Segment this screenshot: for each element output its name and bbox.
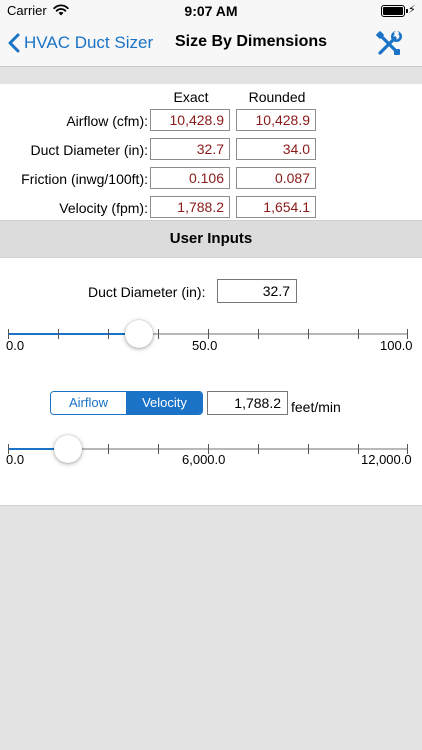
duct-diameter-rounded-value: 34.0 (236, 138, 316, 160)
velocity-rounded-value: 1,654.1 (236, 196, 316, 218)
friction-exact-value: 0.106 (150, 167, 230, 189)
slider-tick (158, 444, 159, 454)
status-time: 9:07 AM (184, 3, 238, 19)
back-button-label: HVAC Duct Sizer (24, 33, 154, 52)
velocity-scale-mid: 6,000.0 (182, 452, 226, 467)
segment-airflow[interactable]: Airflow (51, 392, 127, 414)
slider-tick (258, 444, 259, 454)
slider-tick (108, 329, 109, 339)
charging-bolt-icon: ⚡ (408, 4, 416, 16)
slider-thumb[interactable] (54, 435, 82, 463)
column-header-rounded: Rounded (248, 89, 306, 105)
back-button[interactable]: HVAC Duct Sizer (8, 31, 153, 55)
row-label-duct-diameter: Duct Diameter (in): (30, 142, 148, 158)
velocity-scale-min: 0.0 (6, 452, 25, 467)
row-label-airflow: Airflow (cfm): (66, 113, 148, 129)
duct-diameter-exact-value: 32.7 (150, 138, 230, 160)
friction-rounded-value: 0.087 (236, 167, 316, 189)
slider-track-fill (8, 333, 139, 335)
slider-thumb[interactable] (125, 320, 153, 348)
navigation-bar: HVAC Duct Sizer Size By Dimensions (0, 22, 422, 67)
column-header-exact: Exact (173, 89, 209, 105)
slider-tick (108, 444, 109, 454)
section-header-title: User Inputs (169, 230, 253, 247)
airflow-velocity-segmented-control: Airflow Velocity (50, 391, 203, 415)
airflow-rounded-value: 10,428.9 (236, 109, 316, 131)
slider-tick (308, 329, 309, 339)
slider-tick (358, 444, 359, 454)
velocity-input[interactable]: 1,788.2 (207, 391, 288, 415)
section-header: User Inputs (0, 220, 422, 258)
velocity-unit-label: feet/min (291, 399, 341, 415)
segment-velocity[interactable]: Velocity (127, 392, 202, 414)
duct-diameter-input-label: Duct Diameter (in): (88, 284, 206, 300)
slider-tick (358, 329, 359, 339)
velocity-exact-value: 1,788.2 (150, 196, 230, 218)
slider-tick (158, 329, 159, 339)
velocity-scale-max: 12,000.0 (361, 452, 412, 467)
battery-icon (381, 5, 408, 17)
status-bar: Carrier 9:07 AM ⚡ (0, 0, 422, 22)
user-inputs-panel (0, 258, 422, 506)
diameter-scale-max: 100.0 (380, 338, 413, 353)
slider-tick (58, 329, 59, 339)
airflow-exact-value: 10,428.9 (150, 109, 230, 131)
slider-tick (258, 329, 259, 339)
results-panel: Exact Rounded Airflow (cfm): 10,428.9 10… (0, 84, 422, 220)
slider-tick (308, 444, 309, 454)
row-label-velocity: Velocity (fpm): (59, 200, 148, 216)
diameter-scale-min: 0.0 (6, 338, 25, 353)
chevron-left-icon (8, 33, 20, 53)
tools-icon[interactable] (375, 30, 403, 58)
duct-diameter-input[interactable]: 32.7 (217, 279, 297, 303)
row-label-friction: Friction (inwg/100ft): (21, 171, 148, 187)
diameter-scale-mid: 50.0 (192, 338, 218, 353)
page-title: Size By Dimensions (175, 33, 328, 50)
